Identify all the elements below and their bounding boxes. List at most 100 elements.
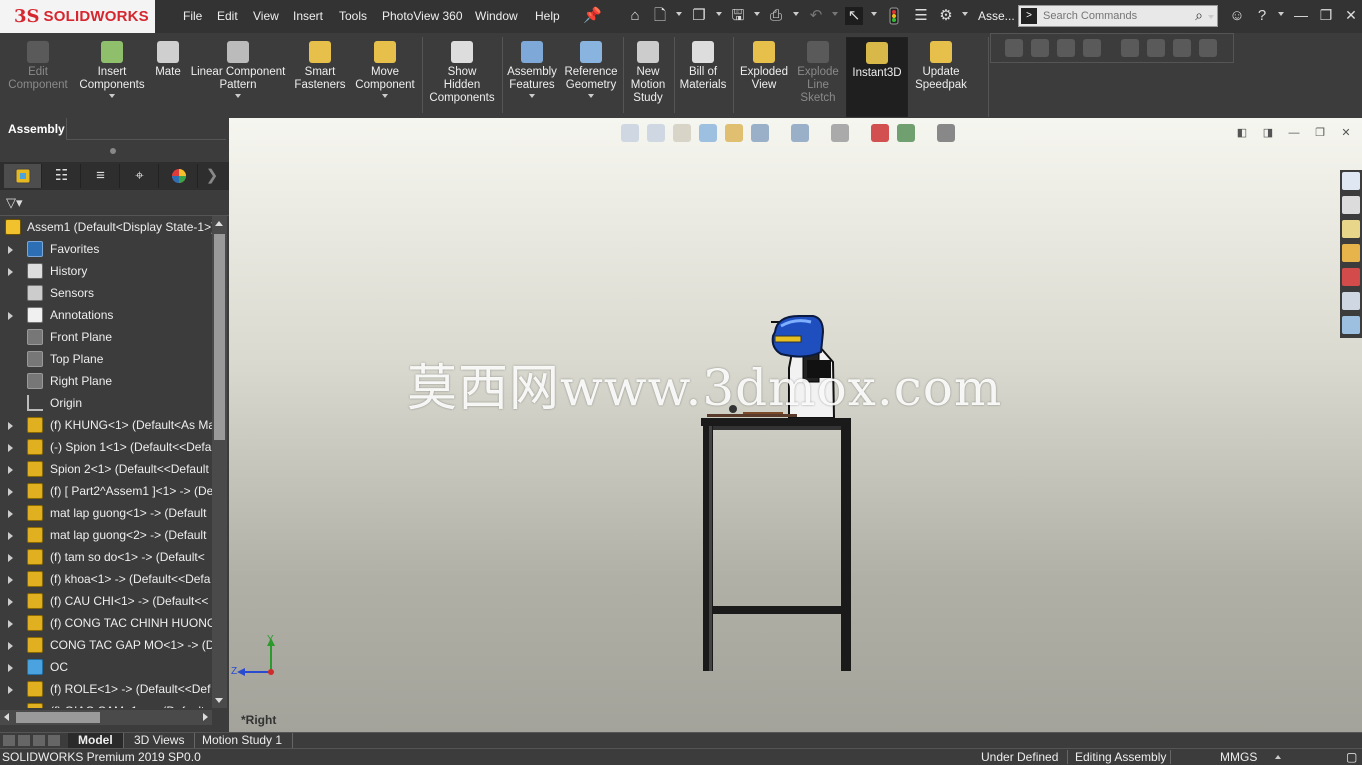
tool-icon[interactable] — [1057, 39, 1075, 57]
move-component-dropdown-icon[interactable] — [382, 94, 388, 98]
solidworks-forum-icon[interactable] — [1342, 316, 1360, 334]
view-palette-icon[interactable] — [1342, 244, 1360, 262]
tool-icon[interactable] — [1083, 39, 1101, 57]
display-manager-tab-icon[interactable] — [160, 164, 198, 188]
unit-system[interactable]: MMGS — [1220, 749, 1257, 765]
tree-horizontal-scrollbar[interactable] — [0, 710, 212, 725]
tool-icon[interactable] — [1147, 39, 1165, 57]
featuremanager-tab-icon[interactable] — [4, 164, 42, 188]
menu-window[interactable]: Window — [475, 0, 518, 33]
tree-item[interactable]: (f) [ Part2^Assem1 ]<1> -> (De — [0, 480, 212, 502]
menu-edit[interactable]: Edit — [217, 0, 238, 33]
tool-icon[interactable] — [1031, 39, 1049, 57]
print-dropdown-icon[interactable] — [793, 12, 799, 16]
expand-arrow-icon[interactable] — [8, 422, 13, 430]
move-component-button[interactable]: Move Component — [352, 37, 418, 117]
units-menu-icon[interactable] — [1275, 755, 1281, 759]
menu-view[interactable]: View — [253, 0, 279, 33]
menu-insert[interactable]: Insert — [293, 0, 323, 33]
tree-item[interactable]: Top Plane — [0, 348, 212, 370]
tool-icon[interactable] — [1199, 39, 1217, 57]
insert-components-dropdown-icon[interactable] — [109, 94, 115, 98]
help-icon[interactable]: ? — [1253, 7, 1271, 25]
undo-icon[interactable]: ↶ — [807, 7, 825, 25]
tree-item[interactable]: (-) Spion 1<1> (Default<<Defa — [0, 436, 212, 458]
view-settings-icon[interactable] — [937, 124, 955, 142]
expand-arrow-icon[interactable] — [8, 444, 13, 452]
tree-item[interactable]: mat lap guong<1> -> (Default — [0, 502, 212, 524]
viewport-minimize-icon[interactable]: — — [1287, 126, 1301, 140]
previous-view-icon[interactable] — [673, 124, 691, 142]
expand-arrow-icon[interactable] — [8, 246, 13, 254]
menu-tools[interactable]: Tools — [339, 0, 367, 33]
hide-show-items-icon[interactable] — [831, 124, 849, 142]
appearances-scenes-icon[interactable] — [1342, 268, 1360, 286]
select-cursor-icon[interactable]: ↖ — [845, 7, 863, 25]
file-explorer-icon[interactable] — [1342, 220, 1360, 238]
expand-arrow-icon[interactable] — [8, 466, 13, 474]
tree-item[interactable]: Origin — [0, 392, 212, 414]
options-dropdown-icon[interactable] — [962, 12, 968, 16]
tab-assembly[interactable]: Assembly — [0, 118, 66, 140]
search-dropdown-icon[interactable] — [1208, 15, 1214, 19]
panel-grip-handle[interactable] — [110, 148, 116, 154]
expand-arrow-icon[interactable] — [8, 642, 13, 650]
tree-item[interactable]: (f) khoa<1> -> (Default<<Defa — [0, 568, 212, 590]
print-icon[interactable]: ⎙ — [767, 7, 785, 25]
scroll-thumb[interactable] — [16, 712, 100, 723]
viewport-restore-icon[interactable]: ❐ — [1313, 126, 1327, 140]
instant3d-button[interactable]: Instant3D — [846, 37, 908, 117]
update-speedpak-button[interactable]: Update Speedpak — [910, 37, 972, 117]
tool-icon[interactable] — [1121, 39, 1139, 57]
tree-root-assembly[interactable]: Assem1 (Default<Display State-1>) — [0, 216, 212, 238]
scroll-down-icon[interactable] — [215, 698, 223, 703]
select-dropdown-icon[interactable] — [871, 12, 877, 16]
reference-geometry-dropdown-icon[interactable] — [588, 94, 594, 98]
tool-icon[interactable] — [1173, 39, 1191, 57]
expand-arrow-icon[interactable] — [8, 598, 13, 606]
solidworks-resources-icon[interactable] — [1342, 172, 1360, 190]
new-document-icon[interactable]: 🗋 — [651, 7, 669, 25]
save-icon[interactable]: 🖫 — [729, 7, 747, 25]
open-icon[interactable]: ❐ — [690, 7, 708, 25]
exploded-view-button[interactable]: Exploded View — [736, 37, 792, 117]
tab-3d-views[interactable]: 3D Views — [124, 733, 196, 749]
rebuild-traffic-light-icon[interactable] — [885, 7, 903, 25]
more-tabs-chevron-icon[interactable]: ❯ — [199, 164, 225, 188]
apply-scene-icon[interactable] — [897, 124, 915, 142]
next-tab-icon[interactable] — [33, 735, 45, 746]
expand-arrow-icon[interactable] — [8, 510, 13, 518]
last-tab-icon[interactable] — [48, 735, 60, 746]
scroll-up-icon[interactable] — [215, 221, 223, 226]
open-dropdown-icon[interactable] — [716, 12, 722, 16]
viewport-tile-right-icon[interactable]: ◨ — [1261, 126, 1275, 140]
undo-dropdown-icon[interactable] — [832, 12, 838, 16]
tree-item[interactable]: (f) GIAC CAM<1> -> (Default — [0, 700, 212, 708]
expand-arrow-icon[interactable] — [8, 576, 13, 584]
first-tab-icon[interactable] — [3, 735, 15, 746]
viewport-close-icon[interactable]: ✕ — [1339, 126, 1353, 140]
tree-item[interactable]: Right Plane — [0, 370, 212, 392]
tree-item[interactable]: OC — [0, 656, 212, 678]
minimize-window-icon[interactable]: — — [1290, 4, 1312, 26]
edit-component-button[interactable]: Edit Component — [4, 37, 72, 117]
reference-geometry-button[interactable]: Reference Geometry — [562, 37, 620, 117]
configurationmanager-tab-icon[interactable]: ≡ — [82, 164, 120, 188]
graphics-area[interactable]: ◧ ◨ — ❐ ✕ 莫西网www.3dmox.com Y Z *Right — [229, 118, 1362, 732]
expand-arrow-icon[interactable] — [8, 312, 13, 320]
tab-motion-study-1[interactable]: Motion Study 1 — [192, 733, 294, 749]
tree-item[interactable]: CONG TAC GAP MO<1> -> (D — [0, 634, 212, 656]
scroll-right-icon[interactable] — [203, 713, 208, 721]
home-icon[interactable]: ⌂ — [626, 7, 644, 25]
expand-arrow-icon[interactable] — [8, 686, 13, 694]
tree-item[interactable]: (f) CAU CHI<1> -> (Default<< — [0, 590, 212, 612]
help-dropdown-icon[interactable] — [1278, 12, 1284, 16]
display-style-icon[interactable] — [791, 124, 809, 142]
tree-item[interactable]: (f) CONG TAC CHINH HUONG — [0, 612, 212, 634]
dimxpert-tab-icon[interactable]: ⌖ — [121, 164, 159, 188]
status-customize-icon[interactable]: ▢ — [1346, 749, 1357, 765]
bill-of-materials-button[interactable]: Bill of Materials — [676, 37, 730, 117]
expand-arrow-icon[interactable] — [8, 554, 13, 562]
section-view-icon[interactable] — [699, 124, 717, 142]
tree-item[interactable]: Annotations — [0, 304, 212, 326]
